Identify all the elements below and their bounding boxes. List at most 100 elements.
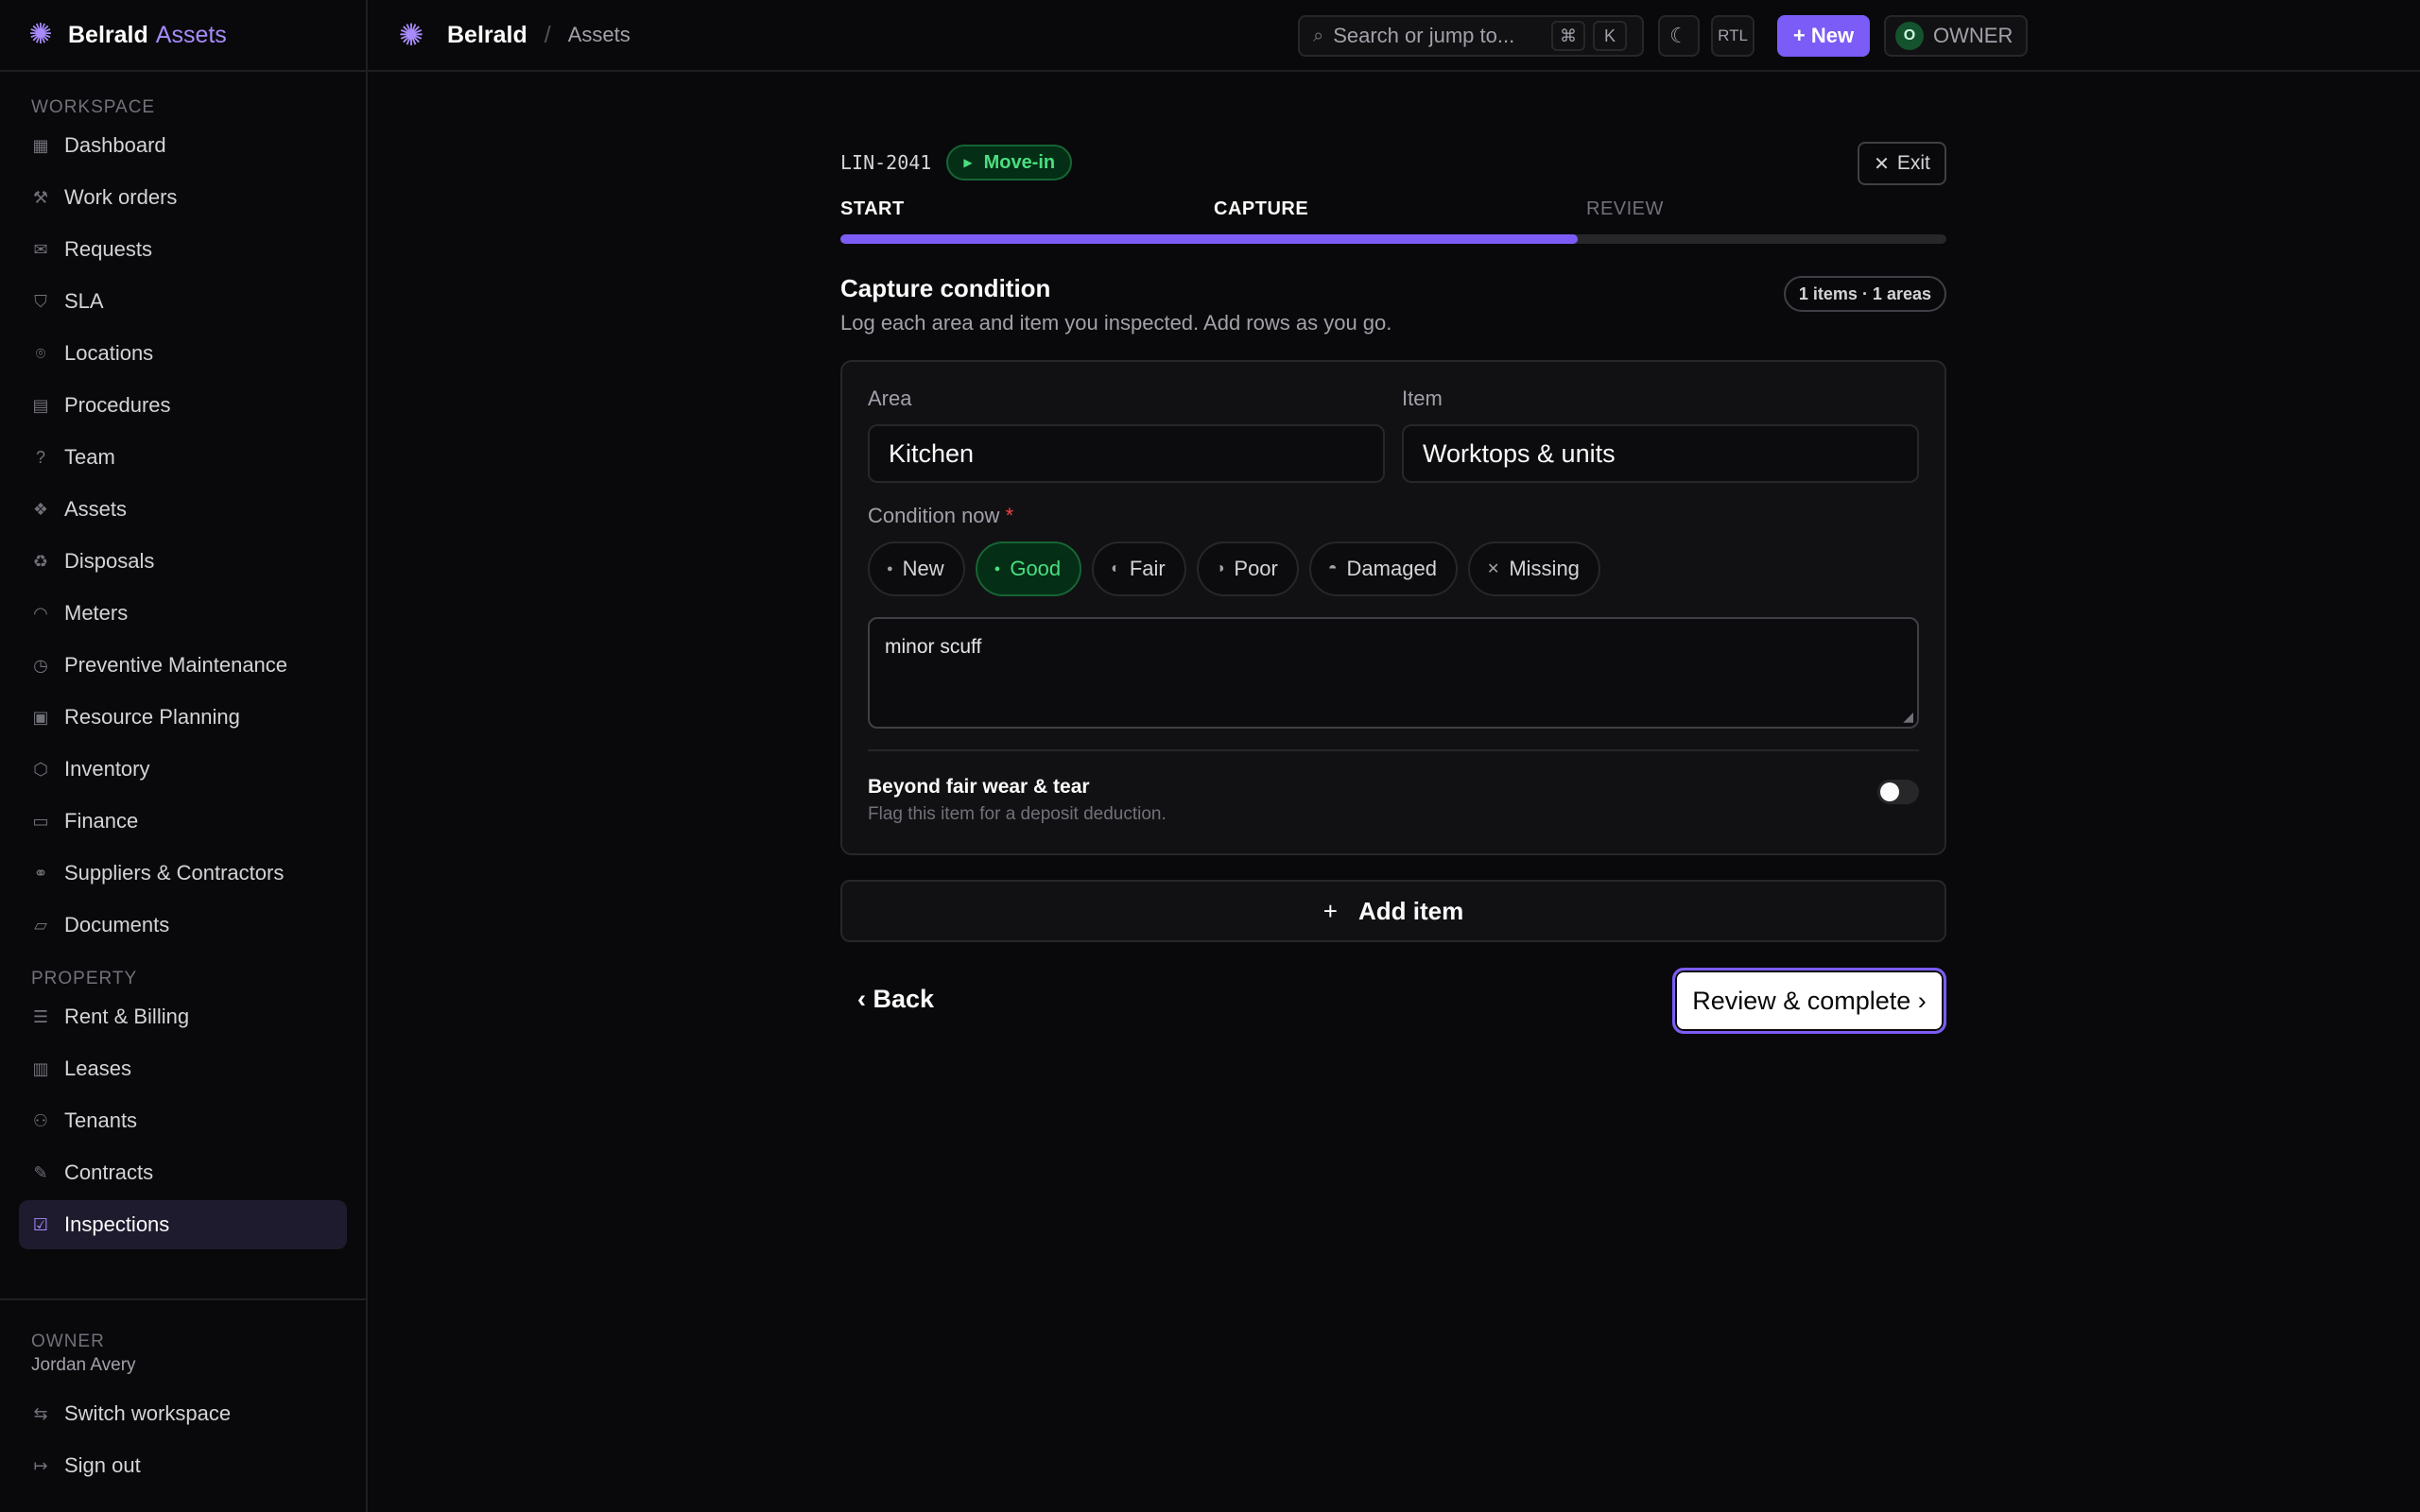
- sidebar-item-requests[interactable]: ✉ Requests: [19, 225, 347, 274]
- calendar-icon: ▣: [32, 708, 49, 727]
- sidebar-item-label: Meters: [64, 601, 129, 625]
- handshake-icon: ⚭: [33, 864, 48, 883]
- sidebar-item-contracts[interactable]: ✎ Contracts: [19, 1148, 347, 1197]
- sidebar-item-inspections[interactable]: ☑ Inspections: [19, 1200, 347, 1249]
- sidebar-item-leases[interactable]: ▥ Leases: [19, 1044, 347, 1093]
- sidebar-item-resource-planning[interactable]: ▣ Resource Planning: [19, 693, 347, 742]
- sidebar-item-label: Assets: [64, 497, 128, 521]
- stepper: START CAPTURE REVIEW: [840, 198, 1946, 232]
- sidebar-item-rent-billing[interactable]: ☰ Rent & Billing: [19, 992, 347, 1041]
- progress-bar: [840, 234, 1946, 244]
- half-circle-dark-icon: ◑: [1215, 560, 1225, 576]
- half-circle-icon: ◐: [1111, 560, 1120, 576]
- sidebar-item-assets[interactable]: ❖ Assets: [19, 485, 347, 534]
- sidebar-item-label: Locations: [64, 341, 154, 365]
- sidebar-item-team[interactable]: ? Team: [19, 433, 347, 482]
- section-title: Capture condition: [840, 274, 1051, 302]
- condition-option-damaged[interactable]: ◓ Damaged: [1308, 541, 1458, 596]
- avatar: O: [1895, 22, 1924, 50]
- review-complete-button[interactable]: Review & complete ›: [1672, 968, 1946, 1034]
- sidebar-item-label: Leases: [64, 1057, 131, 1080]
- sidebar-item-preventive-maintenance[interactable]: ◷ Preventive Maintenance: [19, 641, 347, 690]
- step-review[interactable]: REVIEW: [1586, 198, 1664, 220]
- sidebar-item-documents[interactable]: ▱ Documents: [19, 901, 347, 950]
- theme-toggle-button[interactable]: ☾: [1658, 15, 1700, 57]
- plus-icon: +: [1322, 896, 1338, 925]
- wear-tear-title: Beyond fair wear & tear: [868, 776, 1090, 798]
- map-pin-icon: ⌾: [35, 344, 46, 363]
- rtl-toggle-button[interactable]: RTL: [1711, 15, 1754, 57]
- search-placeholder: Search or jump to...: [1333, 24, 1515, 47]
- exit-button[interactable]: ✕ Exit: [1858, 142, 1946, 185]
- condition-option-fair[interactable]: ◐ Fair: [1092, 541, 1186, 596]
- sidebar-item-label: Procedures: [64, 393, 171, 417]
- sidebar-item-label: Rent & Billing: [64, 1005, 190, 1028]
- breadcrumb-current[interactable]: Assets: [568, 23, 631, 47]
- condition-option-label: Fair: [1129, 557, 1166, 580]
- breadcrumb-root[interactable]: Belrald: [447, 22, 527, 49]
- section-subtitle: Log each area and item you inspected. Ad…: [840, 311, 1392, 335]
- sidebar-item-locations[interactable]: ⌾ Locations: [19, 329, 347, 378]
- property-section-label: PROPERTY: [31, 969, 138, 988]
- sidebar-item-label: Requests: [64, 237, 152, 261]
- condition-option-new[interactable]: ● New: [868, 541, 965, 596]
- k-key: K: [1593, 21, 1627, 51]
- clipboard-check-icon: ☑: [32, 1215, 49, 1234]
- wear-tear-row: Beyond fair wear & tear Flag this item f…: [868, 776, 1919, 825]
- step-capture[interactable]: CAPTURE: [1214, 198, 1308, 220]
- condition-option-label: Missing: [1509, 557, 1580, 580]
- sidebar: ✺ Belrald Assets WORKSPACE ▦ Dashboard ⚒ Wo…: [0, 0, 368, 1512]
- workspace-section-label: WORKSPACE: [31, 97, 156, 117]
- new-button[interactable]: + New: [1777, 15, 1870, 57]
- switch-icon: ⇆: [33, 1404, 48, 1423]
- sidebar-item-tenants[interactable]: ⚇ Tenants: [19, 1096, 347, 1145]
- sidebar-item-meters[interactable]: ◠ Meters: [19, 589, 347, 638]
- condition-option-good[interactable]: ● Good: [975, 541, 1082, 596]
- owner-menu-button[interactable]: O OWNER: [1884, 15, 2028, 57]
- search-input[interactable]: ⌕ Search or jump to... ⌘ K: [1298, 15, 1644, 57]
- breadcrumb-separator: /: [544, 21, 551, 48]
- shield-icon: ⛉: [34, 292, 47, 311]
- sidebar-item-label: Contracts: [64, 1160, 154, 1184]
- item-input[interactable]: Worktops & units: [1402, 424, 1919, 483]
- brand[interactable]: ✺ Belrald Assets: [0, 0, 366, 72]
- sidebar-item-procedures[interactable]: ▤ Procedures: [19, 381, 347, 430]
- sidebar-item-suppliers-contractors[interactable]: ⚭ Suppliers & Contractors: [19, 849, 347, 898]
- sidebar-item-label: SLA: [64, 289, 104, 313]
- search-icon: ⌕: [1313, 25, 1324, 46]
- notes-textarea[interactable]: minor scuff ◢: [868, 617, 1919, 729]
- condition-option-missing[interactable]: ✕ Missing: [1467, 541, 1600, 596]
- sidebar-item-work-orders[interactable]: ⚒ Work orders: [19, 173, 347, 222]
- condition-options: ● New ● Good ◐ Fair ◑ Poor ◓ Damaged ✕ Missing: [868, 541, 1919, 596]
- sidebar-item-disposals[interactable]: ♻ Disposals: [19, 537, 347, 586]
- file-signature-icon: ✎: [33, 1163, 48, 1182]
- count-badge: 1 items · 1 areas: [1783, 276, 1946, 312]
- condition-option-poor[interactable]: ◑ Poor: [1196, 541, 1299, 596]
- step-start[interactable]: START: [840, 198, 905, 220]
- sidebar-item-label: Team: [64, 445, 115, 469]
- broken-circle-icon: ◓: [1327, 560, 1338, 576]
- boxes-icon: ❖: [32, 500, 49, 519]
- resize-handle-icon[interactable]: ◢: [1903, 709, 1913, 725]
- users-icon: ⚇: [32, 1111, 49, 1130]
- toggle-knob: [1880, 782, 1899, 801]
- required-mark: *: [1005, 504, 1014, 527]
- log-out-icon: ↦: [33, 1456, 48, 1475]
- sidebar-item-inventory[interactable]: ⬡ Inventory: [19, 745, 347, 794]
- sign-out-button[interactable]: ↦ Sign out: [19, 1441, 347, 1490]
- folder-icon: ▱: [34, 916, 47, 935]
- inspection-code: LIN-2041: [840, 151, 932, 174]
- area-input[interactable]: Kitchen: [868, 424, 1385, 483]
- back-button[interactable]: ‹ Back: [857, 985, 934, 1014]
- sidebar-item-sla[interactable]: ⛉ SLA: [19, 277, 347, 326]
- x-icon: ✕: [1486, 561, 1500, 577]
- add-item-button[interactable]: + Add item: [840, 880, 1946, 942]
- sidebar-item-finance[interactable]: ▭ Finance: [19, 797, 347, 846]
- sidebar-item-dashboard[interactable]: ▦ Dashboard: [19, 121, 347, 170]
- wear-tear-toggle[interactable]: [1877, 780, 1919, 804]
- play-icon: ▶: [963, 156, 973, 169]
- sidebar-footer: OWNER Jordan Avery ⇆ Switch workspace ↦ …: [0, 1298, 366, 1493]
- switch-workspace-button[interactable]: ⇆ Switch workspace: [19, 1389, 347, 1438]
- exit-label: Exit: [1896, 152, 1930, 174]
- workspace-nav: ▦ Dashboard ⚒ Work orders ✉ Requests ⛉ SLA ⌾ Loca…: [0, 121, 366, 950]
